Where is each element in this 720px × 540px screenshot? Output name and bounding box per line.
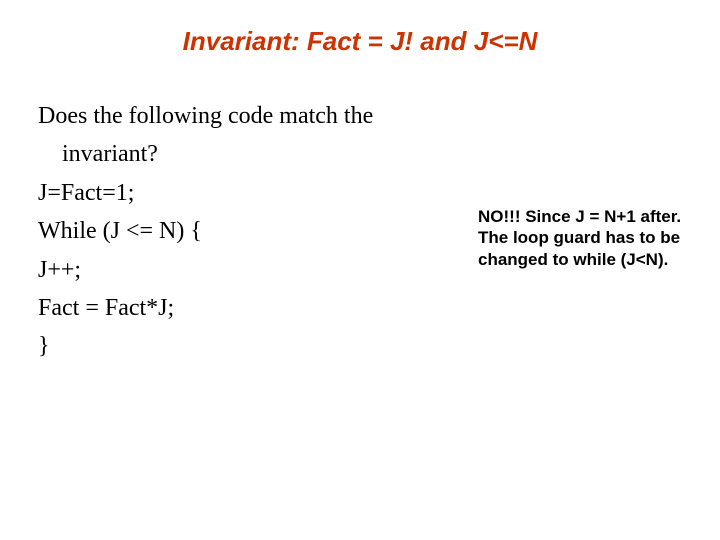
slide-body: Does the following code match the invari…: [38, 100, 468, 369]
question-text-line1: Does the following code match the: [38, 100, 468, 132]
slide-title: Invariant: Fact = J! and J<=N: [0, 26, 720, 57]
code-line-4: Fact = Fact*J;: [38, 292, 468, 324]
code-line-5: }: [38, 330, 468, 362]
code-line-2: While (J <= N) {: [38, 215, 468, 247]
code-line-3: J++;: [38, 254, 468, 286]
question-text-line2: invariant?: [38, 138, 468, 170]
slide: Invariant: Fact = J! and J<=N Does the f…: [0, 0, 720, 540]
code-line-1: J=Fact=1;: [38, 177, 468, 209]
annotation-note: NO!!! Since J = N+1 after. The loop guar…: [478, 206, 688, 270]
